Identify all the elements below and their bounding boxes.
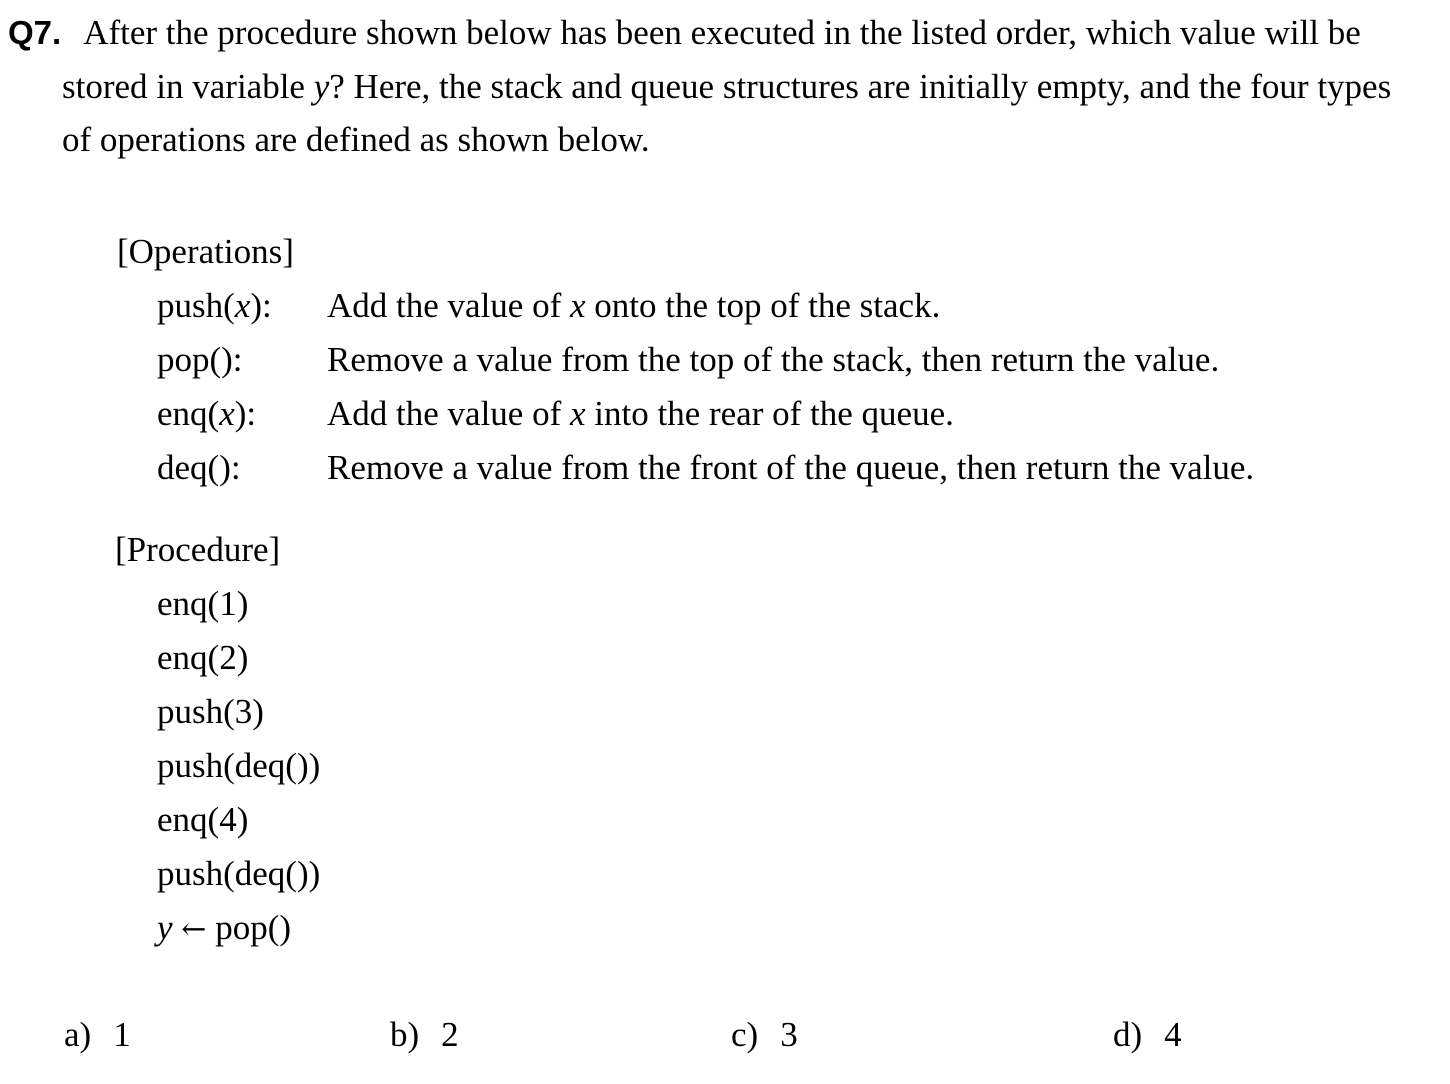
answer-value: 2 — [441, 1015, 459, 1054]
question-line-3: of operations are defined as shown below… — [62, 122, 650, 157]
operation-name: deq(): — [157, 448, 241, 487]
answer-option-a[interactable]: a) 1 — [64, 1017, 131, 1052]
operation-name: enq(x): — [157, 394, 257, 433]
answer-value: 3 — [780, 1015, 798, 1054]
question-text-1: After the procedure shown below has been… — [83, 13, 1361, 52]
procedure-step-assign: y ← pop() — [157, 910, 291, 945]
assign-var-y: y — [157, 908, 173, 947]
operation-description: Remove a value from the front of the que… — [327, 448, 1255, 487]
question-text-2b: ? Here, the stack and queue structures a… — [329, 67, 1392, 106]
question-text-3: of operations are defined as shown below… — [62, 120, 650, 159]
answer-label: c) — [731, 1015, 759, 1054]
procedure-step: enq(1) — [157, 584, 249, 623]
procedure-heading: [Procedure] — [115, 530, 281, 569]
answer-option-c[interactable]: c) 3 — [731, 1017, 798, 1052]
operation-description: Add the value of x onto the top of the s… — [327, 286, 941, 325]
procedure-step: push(deq()) — [157, 854, 321, 893]
answer-option-b[interactable]: b) 2 — [390, 1017, 459, 1052]
operation-name: pop(): — [157, 340, 243, 379]
operation-name: push(x): — [157, 286, 272, 325]
answer-value: 4 — [1164, 1015, 1182, 1054]
question-text-2a: stored in variable — [62, 67, 314, 106]
procedure-step: enq(4) — [157, 800, 249, 839]
answer-value: 1 — [113, 1015, 131, 1054]
question-number: Q7. — [8, 14, 62, 51]
question-line-1: Q7. After the procedure shown below has b… — [8, 15, 1361, 50]
procedure-step: push(3) — [157, 692, 264, 731]
answer-label: a) — [64, 1015, 92, 1054]
operations-heading: [Operations] — [117, 232, 294, 271]
answer-option-d[interactable]: d) 4 — [1113, 1017, 1182, 1052]
answer-label: b) — [390, 1015, 420, 1054]
procedure-step: push(deq()) — [157, 746, 321, 785]
question-line-2: stored in variable y? Here, the stack an… — [62, 69, 1391, 104]
operation-description: Add the value of x into the rear of the … — [327, 394, 954, 433]
operation-description: Remove a value from the top of the stack… — [327, 340, 1220, 379]
answer-label: d) — [1113, 1015, 1143, 1054]
left-arrow-icon: ← — [181, 912, 207, 947]
question-var-y: y — [313, 67, 330, 106]
assign-call: pop() — [215, 908, 291, 947]
procedure-step: enq(2) — [157, 638, 249, 677]
